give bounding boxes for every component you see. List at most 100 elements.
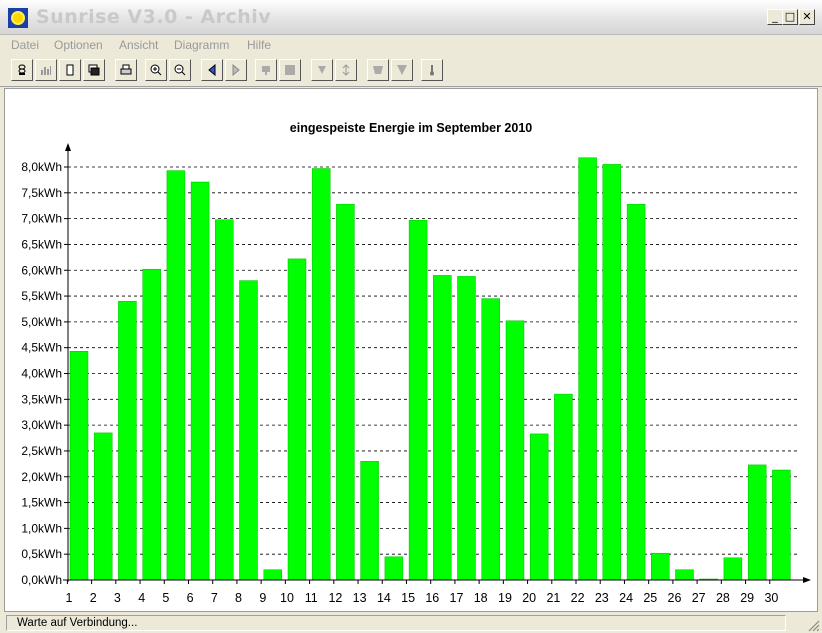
y-tick-label: 1,0kWh <box>21 521 62 535</box>
x-tick-label: 7 <box>211 591 218 605</box>
bar-day-24 <box>626 203 646 581</box>
menu-optionen[interactable]: Optionen <box>54 38 103 52</box>
maximize-button[interactable]: □ <box>782 9 798 25</box>
menu-datei[interactable]: Datei <box>11 38 39 52</box>
bar-day-10 <box>287 258 307 581</box>
y-tick-label: 2,0kWh <box>21 470 62 484</box>
x-tick-label: 9 <box>259 591 266 605</box>
bar-day-5 <box>166 170 186 581</box>
pin-down-icon[interactable] <box>311 59 333 81</box>
windows-icon[interactable] <box>83 59 105 81</box>
y-axis-arrow <box>65 143 71 151</box>
square-icon[interactable] <box>279 59 301 81</box>
y-tick-label: 6,5kWh <box>21 237 62 251</box>
y-tick-label: 1,5kWh <box>21 496 62 510</box>
bar-day-18 <box>481 298 500 581</box>
x-tick-label: 21 <box>546 591 560 605</box>
thermometer-icon[interactable] <box>421 59 443 81</box>
app-window: Sunrise V3.0 - Archiv _ □ ✕ Datei Option… <box>0 0 822 633</box>
x-tick-label: 24 <box>619 591 633 605</box>
y-tick-label: 4,0kWh <box>21 367 62 381</box>
y-tick-label: 8,0kWh <box>21 160 62 174</box>
x-tick-label: 26 <box>668 591 682 605</box>
x-tick-label: 22 <box>571 591 585 605</box>
bar-day-21 <box>554 393 573 581</box>
x-tick-label: 16 <box>425 591 439 605</box>
bar-day-29 <box>747 464 767 581</box>
menu-diagramm[interactable]: Diagramm <box>174 38 229 52</box>
bar-day-23 <box>602 164 622 581</box>
x-tick-label: 6 <box>187 591 194 605</box>
x-tick-label: 19 <box>498 591 512 605</box>
x-tick-label: 12 <box>328 591 342 605</box>
menu-hilfe[interactable]: Hilfe <box>247 38 271 52</box>
x-tick-label: 11 <box>305 591 318 605</box>
status-bar: Warte auf Verbindung... <box>0 614 822 633</box>
sun-icon[interactable] <box>8 8 28 28</box>
x-tick-label: 28 <box>716 591 730 605</box>
y-tick-label: 3,0kWh <box>21 418 62 432</box>
window-title: Sunrise V3.0 - Archiv <box>36 6 272 28</box>
menu-ansicht[interactable]: Ansicht <box>119 38 158 52</box>
x-tick-label: 3 <box>114 591 121 605</box>
y-tick-label: 0,5kWh <box>21 547 62 561</box>
bar-day-16 <box>433 275 452 581</box>
y-tick-label: 0,0kWh <box>21 573 62 587</box>
bar-day-8 <box>239 280 258 581</box>
bar-chart-icon[interactable] <box>35 59 57 81</box>
x-tick-label: 1 <box>66 591 73 605</box>
bar-day-22 <box>578 157 597 581</box>
stack-icon[interactable] <box>11 59 33 81</box>
bar-day-30 <box>772 469 791 581</box>
x-axis-ticks: 1 2 3 4 5 6 7 8 9 10 11 12 13 14 15 16 17 18 19 20 21 22 23 24 2… <box>66 580 778 605</box>
y-tick-label: 7,5kWh <box>21 186 62 200</box>
bar-day-2 <box>93 432 113 581</box>
status-text: Warte auf Verbindung... <box>6 615 786 631</box>
y-axis-ticks: 0,0kWh 0,5kWh 1,0kWh 1,5kWh 2,0kWh 2,5kWh 3,0k… <box>21 160 68 587</box>
bar-day-9 <box>263 569 283 581</box>
chart-title: eingespeiste Energie im September 2010 <box>290 121 533 135</box>
bar-day-28 <box>723 557 743 581</box>
bar-day-12 <box>336 203 355 581</box>
x-tick-label: 29 <box>740 591 754 605</box>
x-tick-label: 13 <box>353 591 367 605</box>
bars <box>69 157 791 581</box>
zoom-out-icon[interactable] <box>169 59 191 81</box>
bar-day-17 <box>457 276 476 581</box>
previous-icon[interactable] <box>201 59 223 81</box>
bar-day-3 <box>118 300 137 581</box>
flag-icon[interactable] <box>255 59 277 81</box>
printer-icon[interactable] <box>115 59 137 81</box>
bar-day-7 <box>215 219 234 581</box>
x-tick-label: 17 <box>450 591 464 605</box>
bar-day-14 <box>384 556 404 581</box>
toolbar <box>0 56 822 87</box>
document-icon[interactable] <box>59 59 81 81</box>
next-icon[interactable] <box>225 59 247 81</box>
x-tick-label: 18 <box>474 591 488 605</box>
zoom-in-icon[interactable] <box>145 59 167 81</box>
x-tick-label: 4 <box>138 591 145 605</box>
fold-icon[interactable] <box>367 59 389 81</box>
x-tick-label: 5 <box>162 591 169 605</box>
x-tick-label: 25 <box>643 591 657 605</box>
bar-day-6 <box>190 181 210 581</box>
y-tick-label: 3,5kWh <box>21 392 62 406</box>
x-tick-label: 10 <box>280 591 294 605</box>
title-bar[interactable]: Sunrise V3.0 - Archiv _ □ ✕ <box>0 0 822 35</box>
fold-down-icon[interactable] <box>391 59 413 81</box>
x-tick-label: 2 <box>90 591 97 605</box>
close-button[interactable]: ✕ <box>799 9 815 25</box>
x-tick-label: 23 <box>595 591 609 605</box>
bar-day-13 <box>360 461 379 581</box>
x-tick-label: 8 <box>235 591 242 605</box>
x-tick-label: 30 <box>764 591 778 605</box>
bar-day-11 <box>311 168 331 581</box>
chart-area: eingespeiste Energie im September 2010 0… <box>4 88 818 612</box>
pin-up-icon[interactable] <box>335 59 357 81</box>
resize-grip-icon[interactable] <box>806 618 820 632</box>
minimize-button[interactable]: _ <box>767 9 783 25</box>
bar-day-20 <box>529 433 549 581</box>
bar-day-26 <box>675 569 694 581</box>
bar-day-15 <box>408 219 428 581</box>
